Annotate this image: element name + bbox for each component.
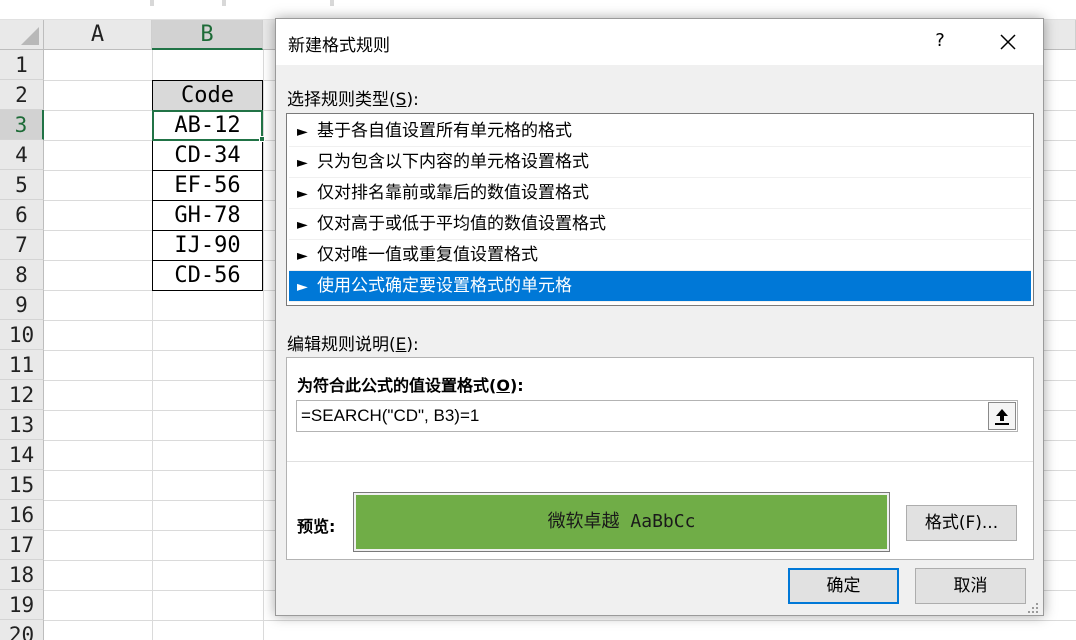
resize-grip-icon [1028,603,1038,613]
cell-b5[interactable]: EF-56 [152,170,263,201]
edit-rule-label-suffix: ): [406,335,419,355]
triangle-right-icon: ► [297,279,308,295]
formula-label-text: 为符合此公式的值设置格式( [297,376,497,395]
divider [150,0,154,6]
rule-type-label: 选择规则类型(S): [287,85,419,110]
collapse-dialog-button[interactable] [988,402,1016,430]
column-header-b[interactable]: B [152,20,263,50]
cell-b7[interactable]: IJ-90 [152,230,263,261]
triangle-right-icon: ► [297,186,308,202]
triangle-right-icon: ► [297,217,308,233]
formula-input[interactable]: =SEARCH("CD", B3)=1 [296,400,1018,432]
fill-handle[interactable] [259,136,265,142]
format-button[interactable]: 格式(F)... [906,505,1017,541]
row-header-9[interactable]: 9 [0,290,44,320]
row-header-7[interactable]: 7 [0,230,44,260]
preview-box: 微软卓越 AaBbCc [353,492,890,552]
rule-type-item[interactable]: ► 仅对高于或低于平均值的数值设置格式 [289,209,1031,240]
row-header-16[interactable]: 16 [0,500,44,530]
row-header-19[interactable]: 19 [0,590,44,620]
cell-b2[interactable]: Code [152,80,263,111]
rule-type-item-label: 只为包含以下内容的单元格设置格式 [317,152,589,172]
cell-b6[interactable]: GH-78 [152,200,263,231]
formula-label: 为符合此公式的值设置格式(O): [297,372,524,396]
row-header-15[interactable]: 15 [0,470,44,500]
row-header-12[interactable]: 12 [0,380,44,410]
triangle-right-icon: ► [297,248,308,264]
preview-label: 预览: [297,517,336,536]
rule-type-access-key: S [395,90,407,110]
ok-button[interactable]: 确定 [788,568,899,604]
cell-b8[interactable]: CD-56 [152,260,263,291]
row-header-4[interactable]: 4 [0,140,44,170]
formula-value: =SEARCH("CD", B3)=1 [301,406,480,425]
dialog-title: 新建格式规则 [288,36,390,56]
rule-type-list[interactable]: ► 基于各自值设置所有单元格的格式 ► 只为包含以下内容的单元格设置格式 ► 仅对排名… [286,113,1034,306]
edit-rule-panel: 为符合此公式的值设置格式(O): =SEARCH("CD", B3)=1 预览:… [286,357,1034,560]
rule-type-item-label: 仅对唯一值或重复值设置格式 [317,245,538,265]
row-header-2[interactable]: 2 [0,80,44,110]
rule-type-item-label: 使用公式确定要设置格式的单元格 [317,276,572,296]
rule-type-item-label: 仅对排名靠前或靠后的数值设置格式 [317,183,589,203]
rule-type-label-suffix: ): [406,90,419,110]
triangle-right-icon: ► [297,155,308,171]
gridline [44,620,1076,621]
divider [222,0,226,6]
rule-type-label-text: 选择规则类型( [287,90,396,110]
divider [330,0,334,6]
triangle-right-icon: ► [297,124,308,140]
rule-type-item[interactable]: ► 仅对唯一值或重复值设置格式 [289,240,1031,271]
dialog-titlebar[interactable]: 新建格式规则 ? [276,19,1043,65]
ribbon-edge [0,0,1076,20]
row-header-5[interactable]: 5 [0,170,44,200]
edit-rule-access-key: E [395,335,407,355]
divider [287,461,1033,462]
row-header-11[interactable]: 11 [0,350,44,380]
rule-type-item[interactable]: ► 只为包含以下内容的单元格设置格式 [289,147,1031,178]
help-button[interactable]: ? [928,27,952,55]
edit-rule-label: 编辑规则说明(E): [287,330,419,355]
row-header-13[interactable]: 13 [0,410,44,440]
edit-rule-label-text: 编辑规则说明( [287,335,396,355]
select-all-corner[interactable] [0,20,44,50]
rule-type-item-label: 基于各自值设置所有单元格的格式 [317,121,572,141]
upload-arrow-icon [995,409,1009,425]
close-button[interactable] [992,27,1024,57]
row-header-10[interactable]: 10 [0,320,44,350]
preview-swatch: 微软卓越 AaBbCc [356,495,887,549]
resize-grip[interactable] [1027,599,1039,613]
rule-type-item-selected[interactable]: ► 使用公式确定要设置格式的单元格 [289,271,1031,302]
row-header-14[interactable]: 14 [0,440,44,470]
rule-type-item[interactable]: ► 仅对排名靠前或靠后的数值设置格式 [289,178,1031,209]
row-header-18[interactable]: 18 [0,560,44,590]
rule-type-item[interactable]: ► 基于各自值设置所有单元格的格式 [289,116,1031,147]
row-header-1[interactable]: 1 [0,50,44,80]
cell-b3-active[interactable]: AB-12 [152,110,263,141]
row-header-8[interactable]: 8 [0,260,44,290]
row-header-6[interactable]: 6 [0,200,44,230]
rule-type-item-label: 仅对高于或低于平均值的数值设置格式 [317,214,606,234]
row-header-17[interactable]: 17 [0,530,44,560]
new-format-rule-dialog: 新建格式规则 ? 选择规则类型(S): ► 基于各自值设置所有单元格的格式 ► 只为… [275,18,1044,616]
formula-label-suffix: ): [509,376,524,395]
column-header-a[interactable]: A [44,20,152,50]
row-header-3[interactable]: 3 [0,110,44,140]
select-all-icon [21,27,39,45]
formula-access-key: O [496,376,510,395]
cell-b4[interactable]: CD-34 [152,140,263,171]
close-icon [1000,34,1016,50]
row-header-20[interactable]: 20 [0,620,44,640]
cancel-button[interactable]: 取消 [915,568,1026,604]
